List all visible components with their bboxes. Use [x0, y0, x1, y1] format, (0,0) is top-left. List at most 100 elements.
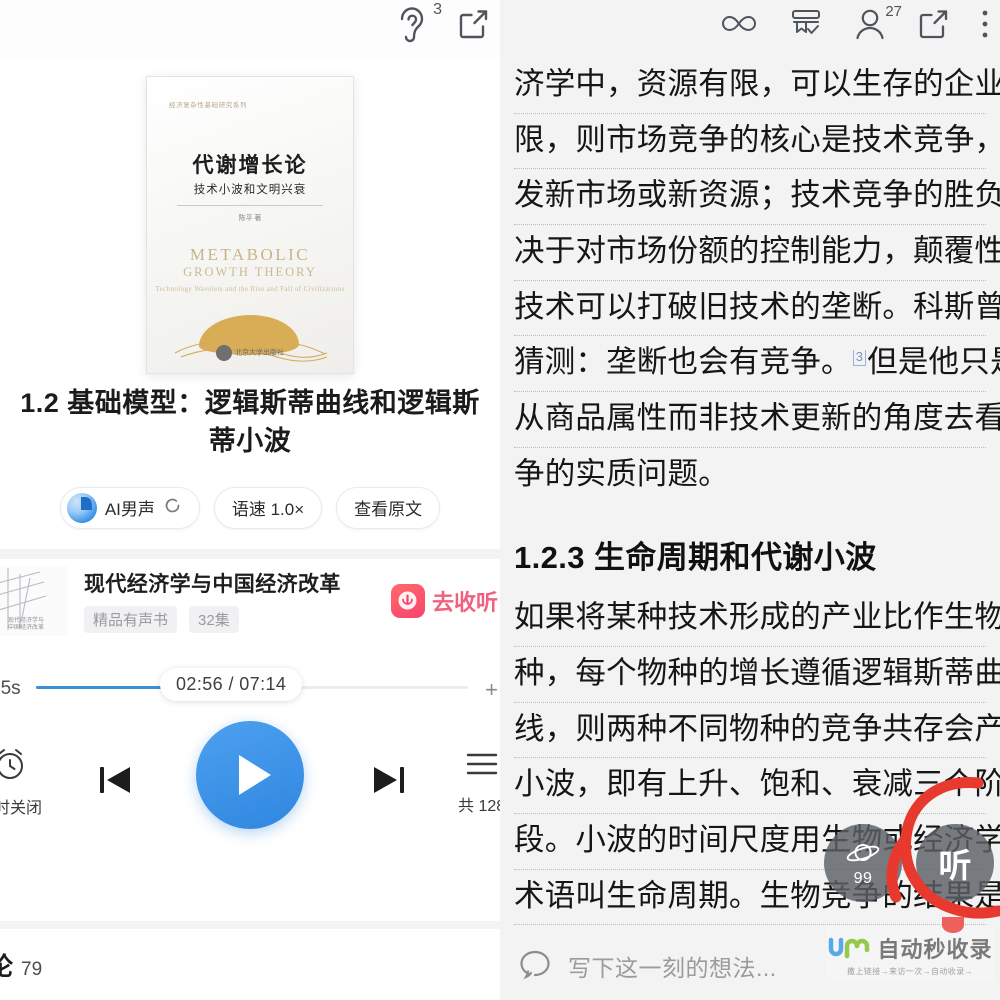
cover-en-subtitle: Technology Wavelets and the Rise and Fal… — [155, 285, 345, 293]
cover-publisher: 北京大学出版社 — [147, 345, 353, 361]
text-line: 种，每个物种的增长遵循逻辑斯蒂曲 — [514, 647, 1000, 703]
reader-content[interactable]: 济学中，资源有限，可以生存的企业有 限，则市场竞争的核心是技术竞争，开 发新市场… — [500, 52, 1000, 932]
promo-tag-1: 32集 — [189, 606, 239, 634]
person-icon[interactable]: 27 — [854, 3, 902, 46]
previous-track-icon — [92, 757, 138, 808]
speed-label: 语速 1.0× — [231, 500, 305, 520]
promo-thumbnail: 现代经济学与 中国经济改革 — [0, 565, 68, 636]
seek-forward-button[interactable]: + — [485, 677, 498, 703]
audiobook-promo-row[interactable]: 现代经济学与 中国经济改革 现代经济学与中国经济改革 精品有声书 32集 去收听 — [0, 558, 500, 643]
comment-word: 论 — [0, 952, 14, 981]
book-cover-area[interactable]: 经济复杂性基础研究系列 代谢增长论 技术小波和文明兴衰 陈平 著 METABOL… — [0, 58, 500, 388]
text-line: 决于对市场份额的控制能力，颠覆性新 — [514, 225, 1000, 281]
promo-title-text: 现代经济学与中国经济改革 — [84, 573, 341, 597]
app-screen: 3 经济复杂性基础研究系列 代谢增长论 技术小波和文明兴衰 陈平 著 METAB… — [0, 0, 1000, 1000]
text-line: 线，则两种不同物种的竞争共存会产生 — [514, 703, 1000, 759]
promo-divider — [0, 548, 500, 559]
bottom-divider — [0, 921, 500, 929]
cover-title: 代谢增长论 — [192, 154, 308, 177]
planet-icon[interactable]: 99 — [824, 824, 902, 902]
paragraph-2: 如果将某种技术形成的产业比作生物物 种，每个物种的增长遵循逻辑斯蒂曲 线，则两种… — [514, 591, 1000, 932]
chapter-title: 1.2 基础模型：逻辑斯蒂曲线和逻辑斯蒂小波 — [20, 388, 480, 457]
promo-title: 现代经济学与中国经济改革 — [84, 568, 375, 598]
play-icon — [196, 720, 304, 829]
playlist-icon — [462, 747, 500, 786]
cover-subtitle: 技术小波和文明兴衰 — [193, 184, 307, 196]
footnote-line-a: 猜测：垄断也会有竞争。 — [514, 345, 852, 380]
transport-controls: 定时关闭 — [0, 720, 500, 859]
view-original-button[interactable]: 查看原文 — [336, 486, 441, 529]
publisher-logo-icon — [216, 345, 232, 361]
play-button[interactable] — [196, 720, 304, 829]
text-line-with-footnote: 猜测：垄断也会有竞争。3但是他只是 — [514, 336, 1000, 393]
next-track-icon — [366, 757, 412, 808]
more-vertical-icon[interactable] — [980, 7, 990, 46]
sleep-timer-label: 定时关闭 — [0, 799, 43, 817]
text-line: 术语叫生命周期。生物竞争的结果是共 — [514, 870, 1000, 926]
seek-backward-button[interactable]: 15s — [0, 673, 29, 704]
paragraph-1: 济学中，资源有限，可以生存的企业有 限，则市场竞争的核心是技术竞争，开 发新市场… — [514, 58, 1000, 502]
voice-sphere-icon — [66, 492, 97, 523]
progress-row: 15s 02:56 / 07:14 + — [0, 665, 500, 711]
reader-pane: 27 济学中，资源有限，可以生存的企业有 限，则市场竞争的核心是技术竞争，开 发… — [500, 0, 1000, 1000]
planet-badge: 99 — [853, 869, 873, 887]
left-topbar: 3 — [0, 0, 500, 58]
promo-section: 现代经济学与 中国经济改革 现代经济学与中国经济改革 精品有声书 32集 去收听 — [0, 548, 500, 643]
promo-tag-0: 精品有声书 — [84, 606, 178, 634]
cover-series: 经济复杂性基础研究系列 — [169, 102, 248, 109]
text-line: 限，则市场竞争的核心是技术竞争，开 — [514, 114, 1000, 170]
promo-tags: 精品有声书 32集 — [84, 606, 375, 634]
svg-text:现代经济学与: 现代经济学与 — [8, 616, 44, 624]
next-track-button[interactable] — [366, 757, 412, 808]
refresh-icon[interactable] — [163, 496, 182, 520]
promo-cta-label: 去收听 — [431, 589, 498, 615]
reader-topbar: 27 — [500, 0, 1000, 52]
sleep-timer-button[interactable]: 定时关闭 — [0, 745, 42, 818]
text-line: 如果将某种技术形成的产业比作生物物 — [514, 591, 1000, 648]
view-original-label: 查看原文 — [354, 500, 423, 520]
watermark-logo-icon — [829, 937, 870, 958]
ear-badge: 3 — [433, 1, 442, 18]
previous-track-button[interactable] — [92, 757, 138, 808]
playlist-count-label: 共 128 — [458, 797, 500, 815]
text-line: 发新市场或新资源；技术竞争的胜负取 — [514, 169, 1000, 226]
listen-button[interactable]: 听 — [916, 824, 994, 902]
player-option-pills: AI男声 语速 1.0× 查看原文 — [0, 486, 500, 529]
cover-en-title-1: METABOLIC — [189, 245, 311, 264]
watermark-dot — [942, 917, 964, 933]
infinity-icon[interactable] — [720, 11, 758, 42]
text-line: 争的实质问题。 — [514, 456, 729, 491]
text-line: 技术可以打破旧技术的垄断。科斯曾经 — [514, 281, 1000, 337]
text-line: 济学中，资源有限，可以生存的企业有 — [514, 58, 1000, 114]
promo-cta-button[interactable]: 去收听 — [390, 583, 498, 618]
comment-number: 79 — [21, 958, 43, 980]
publisher-name: 北京大学出版社 — [235, 348, 284, 357]
person-badge: 27 — [885, 2, 902, 20]
ear-icon[interactable]: 3 — [394, 2, 442, 44]
voice-label: AI男声 — [104, 500, 155, 520]
cover-divider — [177, 205, 323, 206]
time-display: 02:56 / 07:14 — [160, 667, 303, 701]
watermark-tagline: 撒上链接→来访一次→自动收录→ — [847, 966, 973, 976]
svg-text:中国经济改革: 中国经济改革 — [8, 623, 44, 631]
audio-player-pane: 3 经济复杂性基础研究系列 代谢增长论 技术小波和文明兴衰 陈平 著 METAB… — [0, 0, 500, 1000]
text-line: 小波，即有上升、饱和、衰减三个阶 — [514, 758, 1000, 815]
playlist-button[interactable]: 共 128 — [458, 747, 500, 816]
text-line: 从商品属性而非技术更新的角度去看竞 — [514, 392, 1000, 448]
share-icon[interactable] — [456, 7, 490, 41]
cover-en-title-2: GROWTH THEORY — [183, 265, 317, 279]
reader-bottom-bar: 写下这一刻的想法... 自动秒收录 撒上链接→来访一次→自动收录→ — [500, 917, 1000, 1000]
comment-input[interactable]: 写下这一刻的想法... — [568, 949, 777, 983]
share-icon[interactable] — [916, 7, 950, 46]
section-heading: 1.2.3 生命周期和代谢小波 — [514, 540, 877, 576]
watermark-brand: 自动秒收录 — [877, 936, 993, 962]
voice-selector-button[interactable]: AI男声 — [59, 486, 200, 529]
comment-count[interactable]: 论 79 — [0, 947, 42, 983]
promo-text: 现代经济学与中国经济改革 精品有声书 32集 — [84, 568, 375, 634]
footnote-marker[interactable]: 3 — [852, 349, 867, 366]
bookmark-check-icon[interactable] — [788, 8, 824, 45]
left-bottom-bar: 论 79 — [0, 921, 500, 1000]
comment-icon[interactable] — [518, 947, 552, 986]
speed-button[interactable]: 语速 1.0× — [213, 486, 323, 529]
book-cover[interactable]: 经济复杂性基础研究系列 代谢增长论 技术小波和文明兴衰 陈平 著 METABOL… — [146, 76, 354, 374]
